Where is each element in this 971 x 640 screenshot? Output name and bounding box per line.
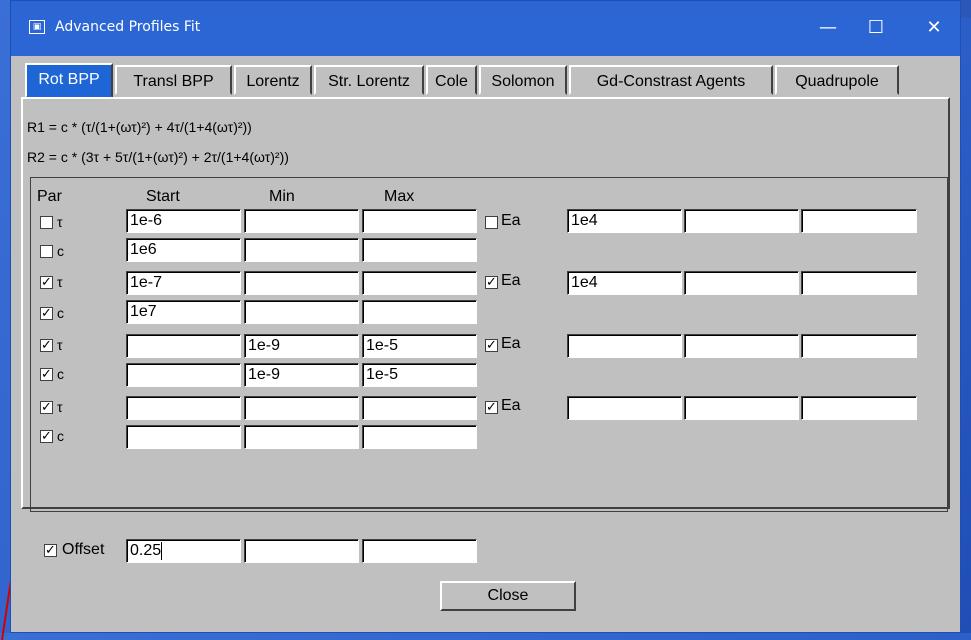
row3-tau-max-field[interactable] [362, 271, 477, 295]
row4-c-start-field[interactable]: 1e7 [126, 300, 241, 324]
row5-tau-min-field[interactable]: 1e-9 [244, 334, 359, 358]
row3-ea-value-field[interactable]: 1e4 [567, 271, 682, 295]
row8-c-checkbox[interactable]: ✓ [40, 430, 53, 443]
row3-tau-start-field[interactable]: 1e-7 [126, 271, 241, 295]
maximize-button[interactable]: ☐ [856, 13, 896, 43]
row1-tau-label: τ [57, 214, 63, 230]
row2-c-start-field[interactable]: 1e6 [126, 238, 241, 262]
row4-c-max-field[interactable] [362, 300, 477, 324]
offset-max-field[interactable] [362, 539, 477, 563]
row1-tau-checkbox[interactable] [40, 216, 53, 229]
row5-tau-checkbox[interactable]: ✓ [40, 339, 53, 352]
header-max: Max [384, 188, 415, 205]
row1-ea-checkbox[interactable] [485, 216, 498, 229]
row2-c-max-field[interactable] [362, 238, 477, 262]
row7-tau-label: τ [57, 399, 63, 415]
row3-tau-label: τ [57, 274, 63, 290]
window-title: Advanced Profiles Fit [55, 19, 201, 35]
row5-tau-start-field[interactable] [126, 334, 241, 358]
row1-tau-max-field[interactable] [362, 209, 477, 233]
minimize-button[interactable]: — [808, 13, 848, 43]
row5-tau-max-field[interactable]: 1e-5 [362, 334, 477, 358]
row2-c-label: c [57, 243, 64, 259]
row4-c-min-field[interactable] [244, 300, 359, 324]
row1-tau-min-field[interactable] [244, 209, 359, 233]
row7-ea-max-field[interactable] [801, 396, 917, 420]
row7-tau-checkbox[interactable]: ✓ [40, 401, 53, 414]
formula-r2: R2 = c * (3τ + 5τ/(1+(ωτ)²) + 2τ/(1+4(ωτ… [27, 149, 289, 165]
header-par: Par [37, 188, 62, 205]
tab-quadrupole[interactable]: Quadrupole [775, 65, 899, 95]
text-cursor [161, 541, 163, 560]
row5-ea-max-field[interactable] [801, 334, 917, 358]
row1-ea-min-field[interactable] [684, 209, 799, 233]
formula-r1: R1 = c * (τ/(1+(ωτ)²) + 4τ/(1+4(ωτ)²)) [27, 119, 252, 135]
row8-c-min-field[interactable] [244, 425, 359, 449]
row5-tau-label: τ [57, 337, 63, 353]
tab-solomon[interactable]: Solomon [479, 65, 567, 95]
offset-value-text: 0.25 [130, 542, 162, 559]
tab-rot-bpp[interactable]: Rot BPP [25, 63, 113, 98]
title-bar[interactable]: ▣ Advanced Profiles Fit — ☐ ✕ [11, 1, 960, 56]
row1-ea-value-field[interactable]: 1e4 [567, 209, 682, 233]
row1-tau-start-field[interactable]: 1e-6 [126, 209, 241, 233]
row3-ea-label: Ea [501, 272, 521, 289]
row6-c-min-field[interactable]: 1e-9 [244, 363, 359, 387]
row7-ea-label: Ea [501, 397, 521, 414]
row4-c-checkbox[interactable]: ✓ [40, 307, 53, 320]
row5-ea-min-field[interactable] [684, 334, 799, 358]
row7-tau-min-field[interactable] [244, 396, 359, 420]
row7-ea-value-field[interactable] [567, 396, 682, 420]
tab-transl-bpp[interactable]: Transl BPP [115, 65, 232, 95]
close-button[interactable]: Close [440, 581, 576, 611]
row7-tau-max-field[interactable] [362, 396, 477, 420]
header-min: Min [269, 188, 295, 205]
row3-ea-checkbox[interactable]: ✓ [485, 276, 498, 289]
header-start: Start [146, 188, 180, 205]
row3-tau-checkbox[interactable]: ✓ [40, 276, 53, 289]
row5-ea-value-field[interactable] [567, 334, 682, 358]
row2-c-checkbox[interactable] [40, 245, 53, 258]
tab-gd-constrast-agents[interactable]: Gd-Constrast Agents [569, 65, 773, 95]
row1-ea-label: Ea [501, 212, 521, 229]
row3-tau-min-field[interactable] [244, 271, 359, 295]
tab-cole[interactable]: Cole [426, 65, 477, 95]
row6-c-max-field[interactable]: 1e-5 [362, 363, 477, 387]
row3-ea-max-field[interactable] [801, 271, 917, 295]
row4-c-label: c [57, 305, 64, 321]
row7-ea-checkbox[interactable]: ✓ [485, 401, 498, 414]
row2-c-min-field[interactable] [244, 238, 359, 262]
row6-c-checkbox[interactable]: ✓ [40, 368, 53, 381]
row5-ea-label: Ea [501, 335, 521, 352]
offset-min-field[interactable] [244, 539, 359, 563]
row8-c-start-field[interactable] [126, 425, 241, 449]
row7-tau-start-field[interactable] [126, 396, 241, 420]
tab-str-lorentz[interactable]: Str. Lorentz [314, 65, 424, 95]
row3-ea-min-field[interactable] [684, 271, 799, 295]
row7-ea-min-field[interactable] [684, 396, 799, 420]
advanced-profiles-fit-window: ▣ Advanced Profiles Fit — ☐ ✕ Rot BPP Tr… [10, 0, 961, 633]
row8-c-max-field[interactable] [362, 425, 477, 449]
offset-value-field[interactable]: 0.25 [126, 539, 241, 563]
row6-c-label: c [57, 366, 64, 382]
row1-ea-max-field[interactable] [801, 209, 917, 233]
close-window-button[interactable]: ✕ [914, 13, 954, 43]
row5-ea-checkbox[interactable]: ✓ [485, 339, 498, 352]
row8-c-label: c [57, 428, 64, 444]
offset-checkbox[interactable]: ✓ [44, 544, 57, 557]
app-icon: ▣ [29, 20, 45, 34]
tab-lorentz[interactable]: Lorentz [234, 65, 312, 95]
offset-label: Offset [62, 541, 105, 558]
row6-c-start-field[interactable] [126, 363, 241, 387]
